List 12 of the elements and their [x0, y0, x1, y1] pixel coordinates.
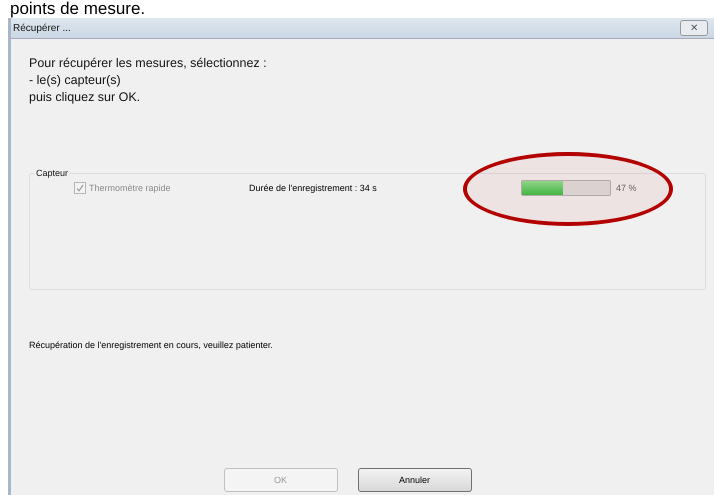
check-icon: [76, 184, 84, 192]
progress-percent: 47 %: [616, 183, 637, 193]
page-heading: points de mesure.: [9, 0, 146, 18]
status-text: Récupération de l'enregistrement en cours, veuillez patienter.: [29, 340, 274, 350]
instruction-text: - le(s) capteur(s): [29, 72, 122, 89]
duration-text: Durée de l'enregistrement : 34 s: [249, 183, 378, 193]
instruction-text: puis cliquez sur OK.: [29, 89, 142, 106]
dialog-button[interactable]: Annuler: [358, 468, 472, 492]
instruction-text: Pour récupérer les mesures, sélectionnez :: [29, 55, 268, 72]
close-button[interactable]: ✕: [680, 20, 708, 36]
window-title: Récupérer ...: [13, 22, 71, 34]
group-title: Capteur: [35, 168, 70, 178]
